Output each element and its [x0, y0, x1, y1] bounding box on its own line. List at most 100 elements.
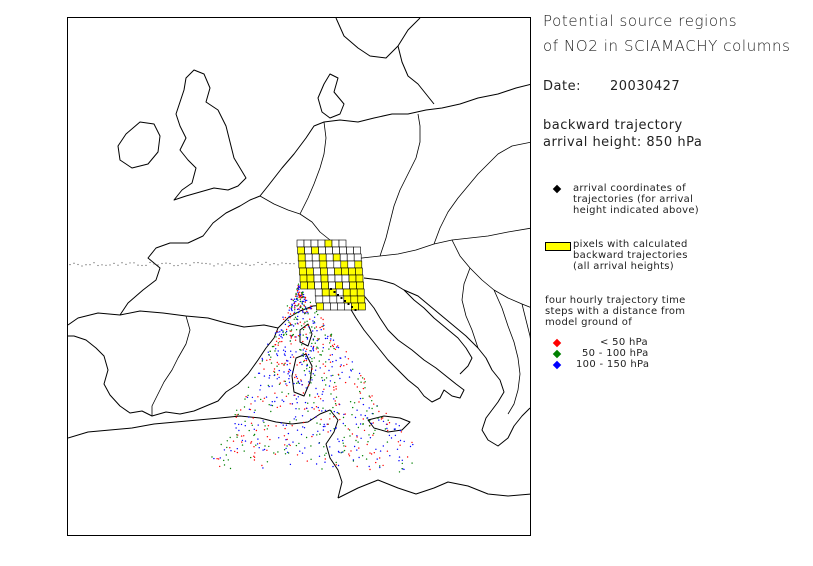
trajectory-dot: [274, 392, 276, 394]
trajectory-dot: [293, 298, 296, 300]
trajectory-dot: [307, 313, 309, 315]
trajectory-dot: [290, 350, 292, 352]
trajectory-dot: [310, 458, 312, 460]
trajectory-dot: [380, 418, 383, 420]
trajectory-dot: [330, 345, 332, 348]
italy: [349, 289, 465, 403]
trajectory-dot: [348, 429, 351, 431]
trajectory-dot: [271, 385, 273, 387]
trajectory-dot: [403, 440, 405, 443]
trajectory-dot: [329, 430, 332, 432]
trajectory-dot: [335, 396, 338, 398]
trajectory-dot: [312, 322, 314, 324]
pixel-cell: [349, 281, 357, 290]
trajectory-dot: [307, 410, 309, 412]
trajectory-dot: [360, 381, 362, 383]
pixel-cell: [354, 260, 363, 269]
trajectory-dot: [283, 400, 285, 403]
trajectory-dot: [309, 350, 311, 352]
trajectory-dot: [293, 318, 295, 320]
trajectory-dot: [273, 374, 275, 377]
trajectory-dot: [258, 447, 260, 449]
trajectory-dot: [372, 422, 374, 424]
trajectory-dot: [334, 427, 337, 430]
trajectory-dot: [307, 311, 309, 314]
trajectory-dot: [310, 308, 312, 310]
pixel-cell: [329, 295, 338, 304]
pixel-cell: [304, 246, 312, 255]
trajectory-dot: [298, 442, 300, 445]
trajectory-dot: [241, 439, 244, 442]
pixel-cell: [337, 302, 345, 311]
level-red-marker-icon: [552, 338, 562, 348]
trajectory-dot: [281, 262, 283, 264]
trajectory-dot: [322, 347, 324, 349]
trajectory-dot: [263, 397, 266, 399]
trajectory-dot: [307, 353, 310, 356]
trajectory-dot: [336, 346, 338, 348]
trajectory-dot: [330, 333, 333, 335]
trajectory-dot: [334, 403, 337, 405]
trajectory-dot: [335, 385, 337, 388]
trajectory-dot: [301, 294, 304, 296]
trajectory-dot: [399, 429, 401, 432]
trajectory-dot: [304, 374, 306, 376]
trajectory-dot: [386, 427, 388, 430]
trajectory-dot: [319, 423, 321, 425]
trajectory-dot: [298, 285, 300, 287]
trajectory-dot: [346, 363, 348, 366]
trajectory-type: backward trajectory: [543, 118, 683, 133]
trajectory-dot: [331, 344, 334, 347]
trajectory-dot: [234, 414, 236, 416]
trajectory-dot: [298, 286, 300, 289]
trajectory-dot: [395, 423, 397, 425]
pixel-cell: [297, 246, 305, 255]
trajectory-dot: [311, 379, 313, 381]
trajectory-dot: [229, 436, 231, 439]
trajectory-dot: [296, 377, 299, 380]
trajectory-dot: [294, 307, 296, 309]
trajectory-dot: [291, 309, 293, 312]
trajectory-dot: [352, 459, 355, 461]
trajectory-dot: [294, 295, 297, 297]
trajectory-dot: [275, 348, 277, 350]
pixel-cell: [339, 253, 348, 262]
trajectory-dot: [282, 330, 284, 332]
trajectory-dot: [362, 423, 364, 425]
trajectory-dot: [302, 318, 304, 320]
trajectory-dot: [349, 401, 352, 403]
trajectory-dot: [293, 418, 295, 420]
trajectory-dot: [294, 304, 297, 307]
trajectory-dot: [353, 402, 356, 404]
trajectory-dot: [241, 444, 244, 446]
trajectory-dot: [283, 449, 286, 451]
trajectory-dot: [304, 301, 306, 303]
trajectory-dot: [314, 369, 317, 371]
trajectory-dot: [276, 354, 279, 357]
trajectory-dot: [316, 434, 318, 436]
trajectory-dot: [263, 368, 265, 370]
britain: [173, 69, 247, 201]
trajectory-dot: [321, 468, 323, 470]
trajectory-dot: [294, 416, 297, 418]
trajectory-dot: [333, 428, 335, 430]
trajectory-dot: [338, 403, 340, 405]
trajectory-dot: [342, 422, 344, 425]
trajectory-dot: [302, 308, 305, 311]
trajectory-dot: [398, 456, 401, 458]
trajectory-dot: [306, 363, 308, 366]
trajectory-dot: [384, 428, 387, 430]
trajectory-dot: [289, 340, 291, 342]
pixel-cell: [339, 246, 347, 255]
trajectory-dot: [335, 388, 337, 390]
trajectory-dot: [406, 456, 409, 458]
trajectory-dot: [302, 334, 304, 336]
trajectory-dot: [284, 427, 286, 430]
trajectory-dot: [246, 396, 249, 399]
trajectory-dot: [292, 371, 294, 373]
trajectory-dot: [291, 425, 293, 427]
trajectory-dot: [280, 335, 282, 338]
trajectory-dot: [330, 393, 332, 395]
trajectory-dot: [329, 340, 332, 342]
trajectory-dot: [306, 358, 308, 360]
